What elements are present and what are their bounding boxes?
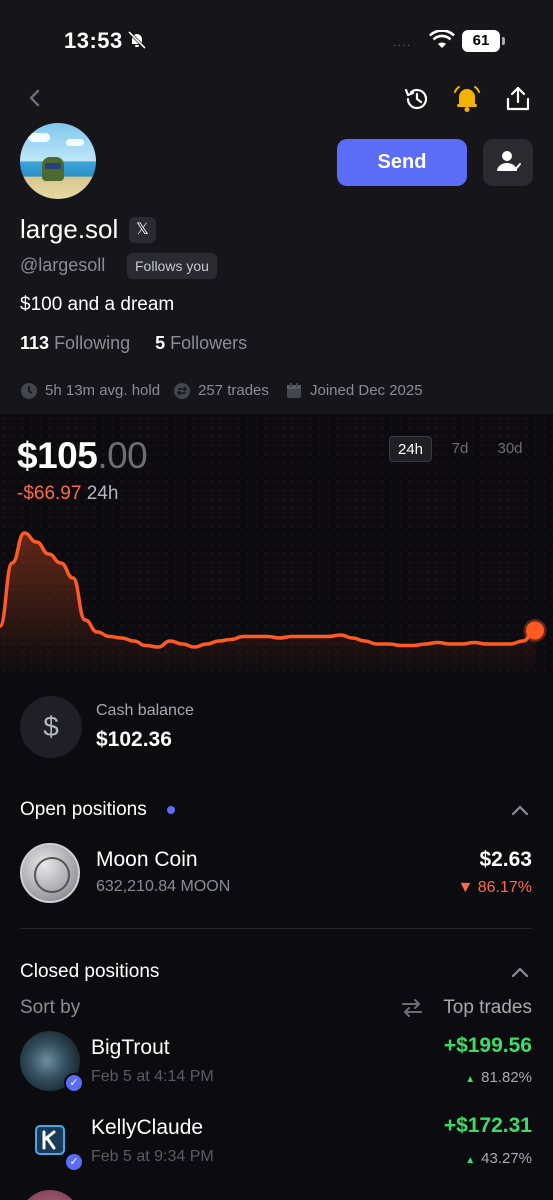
avatar[interactable] [20, 1190, 80, 1200]
joined-text: Joined Dec 2025 [310, 382, 423, 399]
position-amount: 632,210.84 MOON [96, 878, 231, 895]
tab-7d[interactable]: 7d [447, 436, 473, 462]
following-count: 113 [20, 333, 50, 353]
profile-handle: @largesoll [20, 255, 106, 275]
trade-pct-value: 81.82% [481, 1069, 532, 1086]
swap-icon [174, 383, 190, 399]
trade-name: KellyClaude [91, 1116, 204, 1139]
send-button[interactable]: Send [337, 139, 467, 186]
up-triangle-icon: ▲ [465, 1074, 476, 1085]
status-time: 13:53 [64, 28, 123, 53]
trade-pnl: +$199.56 [443, 1034, 532, 1057]
followers-label: Followers [170, 333, 248, 353]
moon-coin-icon [20, 843, 80, 903]
trades-text: 257 trades [198, 382, 269, 399]
up-triangle-icon: ▲ [465, 1155, 476, 1166]
tab-24h[interactable]: 24h [389, 436, 432, 462]
avatar [20, 123, 96, 199]
bell-icon[interactable] [452, 84, 482, 114]
portfolio-value: $105.00 [17, 435, 148, 477]
divider [20, 928, 532, 929]
portfolio-value-main: $105 [17, 435, 98, 476]
trade-name: BigTrout [91, 1036, 170, 1059]
trade-date: Feb 5 at 4:14 PM [91, 1068, 214, 1085]
wifi-icon [429, 30, 455, 48]
portfolio-value-cents: .00 [97, 435, 148, 476]
follow-button[interactable] [483, 139, 533, 186]
verified-badge-icon: ✓ [64, 1073, 84, 1093]
open-positions-dot [167, 806, 175, 814]
trade-pct: ▲ 81.82% [465, 1069, 532, 1086]
sort-dropdown[interactable]: Top trades [443, 997, 532, 1019]
follows-you-badge: Follows you [127, 253, 217, 279]
cash-label: Cash balance [96, 702, 194, 719]
following-link[interactable]: 113 Following [20, 333, 130, 353]
verified-badge-icon: ✓ [64, 1152, 84, 1172]
closed-positions-title: Closed positions [20, 961, 160, 982]
open-positions-title: Open positions [20, 799, 147, 820]
chevron-up-icon[interactable] [509, 803, 531, 817]
user-check-icon [497, 151, 521, 171]
chart-end-point [523, 619, 547, 642]
portfolio-chart[interactable] [0, 514, 553, 674]
tab-30d[interactable]: 30d [493, 436, 527, 462]
trade-date: Feb 5 at 9:34 PM [91, 1148, 214, 1165]
trade-pnl: +$172.31 [443, 1114, 532, 1137]
bell-muted-icon [127, 30, 147, 50]
status-bar: 13:53 .... 61 [0, 22, 553, 62]
trade-pct: ▲ 43.27% [465, 1150, 532, 1167]
calendar-icon [287, 383, 301, 398]
portfolio-change-amount: -$66.97 [17, 483, 82, 504]
portfolio-change-period: 24h [86, 483, 119, 504]
history-icon[interactable] [402, 84, 432, 114]
portfolio-change: -$66.97 24h [17, 483, 118, 505]
battery-icon: 61 [462, 30, 505, 52]
signal-icon: .... [393, 38, 413, 49]
following-label: Following [54, 333, 131, 353]
position-value: $2.63 [479, 848, 532, 871]
trade-pct-value: 43.27% [481, 1150, 532, 1167]
sort-label: Sort by [20, 997, 81, 1018]
profile-name: large.sol [20, 214, 119, 244]
sort-arrows-icon[interactable] [400, 996, 424, 1020]
dollar-icon: $ [20, 696, 82, 758]
x-badge-icon[interactable]: 𝕏 [129, 217, 156, 243]
share-icon[interactable] [503, 84, 533, 114]
followers-link[interactable]: 5 Followers [155, 333, 247, 353]
position-change: ▼ 86.17% [457, 879, 532, 896]
chevron-up-icon[interactable] [509, 965, 531, 979]
clock-icon [21, 383, 37, 399]
followers-count: 5 [155, 333, 166, 353]
profile-bio: $100 and a dream [20, 294, 175, 315]
avg-hold-text: 5h 13m avg. hold [45, 382, 161, 399]
position-name: Moon Coin [96, 848, 198, 871]
follow-stats: 113 Following 5 Followers [20, 333, 247, 354]
back-chevron-icon[interactable] [24, 84, 46, 112]
cash-value: $102.36 [96, 728, 172, 751]
